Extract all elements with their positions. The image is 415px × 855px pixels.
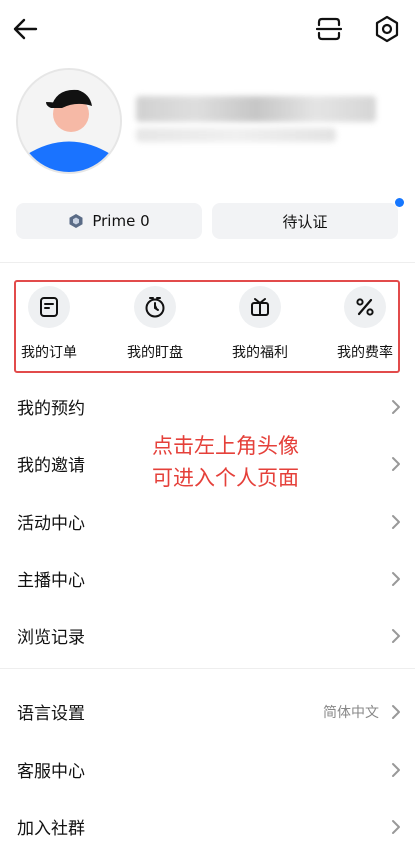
divider xyxy=(0,668,415,669)
chevron-right-icon xyxy=(392,571,400,586)
chevron-right-icon xyxy=(392,399,400,414)
quick-action-watchlist[interactable]: 我的盯盘 xyxy=(115,286,195,366)
verification-button[interactable]: 待认证 xyxy=(212,203,398,239)
menu-item-language[interactable]: 语言设置 简体中文 xyxy=(0,683,415,740)
chevron-right-icon xyxy=(392,456,400,471)
menu-item-label: 主播中心 xyxy=(17,571,85,591)
menu-item-customer-service[interactable]: 客服中心 xyxy=(0,741,415,798)
menu-item-label: 语言设置 xyxy=(17,704,85,724)
quick-action-label: 我的费率 xyxy=(337,345,393,361)
scan-icon[interactable] xyxy=(314,14,344,44)
language-value: 简体中文 xyxy=(323,704,379,721)
gift-icon xyxy=(239,286,281,328)
prime-label: Prime 0 xyxy=(92,212,150,230)
menu-item-label: 浏览记录 xyxy=(17,628,85,648)
avatar[interactable] xyxy=(16,68,122,174)
chevron-right-icon xyxy=(392,762,400,777)
menu-item-activity-center[interactable]: 活动中心 xyxy=(0,493,415,550)
verify-label: 待认证 xyxy=(282,212,328,231)
notification-dot xyxy=(395,198,404,207)
quick-action-label: 我的福利 xyxy=(232,345,288,361)
username-blurred xyxy=(136,96,376,122)
divider xyxy=(0,262,415,263)
menu-item-label: 活动中心 xyxy=(17,514,85,534)
chevron-right-icon xyxy=(392,514,400,529)
settings-hexagon-icon[interactable] xyxy=(372,14,402,44)
prime-level-button[interactable]: Prime 0 xyxy=(16,203,202,239)
watch-clock-icon xyxy=(134,286,176,328)
quick-action-label: 我的订单 xyxy=(21,345,77,361)
annotation-text: 点击左上角头像 可进入个人页面 xyxy=(152,434,299,490)
menu-item-label: 加入社群 xyxy=(17,819,85,839)
quick-action-benefits[interactable]: 我的福利 xyxy=(220,286,300,366)
menu-item-streamer-center[interactable]: 主播中心 xyxy=(0,550,415,607)
menu-item-label: 我的邀请 xyxy=(17,456,85,476)
quick-action-label: 我的盯盘 xyxy=(127,345,183,361)
user-id-blurred xyxy=(136,128,336,142)
menu-item-label: 我的预约 xyxy=(17,399,85,419)
chevron-right-icon xyxy=(392,819,400,834)
menu-item-join-community[interactable]: 加入社群 xyxy=(0,798,415,855)
back-arrow-icon[interactable] xyxy=(10,14,40,44)
quick-action-orders[interactable]: 我的订单 xyxy=(9,286,89,366)
menu-item-history[interactable]: 浏览记录 xyxy=(0,607,415,664)
prime-badge-icon xyxy=(69,214,83,228)
top-bar xyxy=(0,0,415,60)
chevron-right-icon xyxy=(392,704,400,719)
quick-action-fees[interactable]: 我的费率 xyxy=(325,286,405,366)
menu-item-label: 客服中心 xyxy=(17,762,85,782)
orders-icon xyxy=(28,286,70,328)
chevron-right-icon xyxy=(392,628,400,643)
menu-item-reservations[interactable]: 我的预约 xyxy=(0,378,415,435)
avatar-illustration xyxy=(18,70,120,172)
percent-icon xyxy=(344,286,386,328)
